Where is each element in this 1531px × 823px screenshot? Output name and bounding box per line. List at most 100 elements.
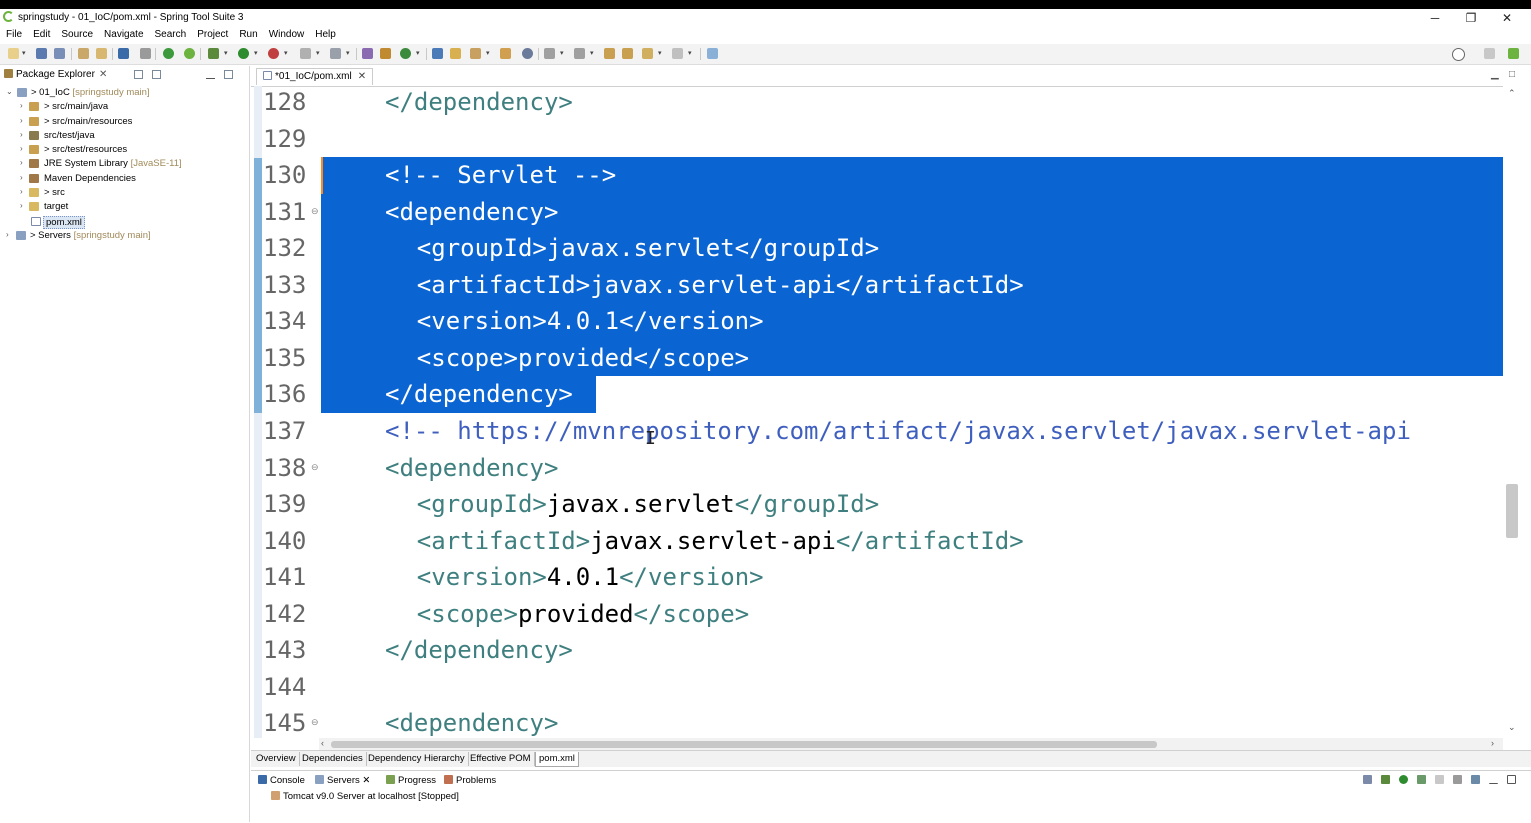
code-line[interactable]: 140 <artifactId>javax.servlet-api</artifa… bbox=[251, 523, 1503, 560]
close-icon[interactable]: ✕ bbox=[99, 69, 107, 80]
next-annotation-icon[interactable] bbox=[544, 48, 555, 59]
code-line[interactable]: 139 <groupId>javax.servlet</groupId> bbox=[251, 486, 1503, 523]
scroll-down-icon[interactable]: ⌄ bbox=[1508, 722, 1516, 733]
save-all-icon[interactable] bbox=[54, 48, 65, 59]
scroll-right-icon[interactable]: › bbox=[1491, 738, 1494, 748]
refresh-icon[interactable] bbox=[184, 48, 195, 59]
tree-item-src[interactable]: › > src bbox=[0, 186, 249, 200]
open-folder-icon[interactable] bbox=[450, 48, 461, 59]
close-icon[interactable]: ✕ bbox=[358, 71, 366, 82]
menu-navigate[interactable]: Navigate bbox=[98, 27, 148, 40]
tab-progress[interactable]: Progress bbox=[386, 775, 436, 786]
code-line[interactable]: 143 </dependency> bbox=[251, 632, 1503, 669]
expand-arrow-icon[interactable]: › bbox=[20, 201, 23, 210]
restore-button[interactable]: ❐ bbox=[1456, 10, 1486, 26]
tree-item-servers[interactable]: › > Servers [springstudy main] bbox=[0, 229, 249, 243]
chevron-down-icon[interactable]: ▾ bbox=[416, 49, 420, 57]
code-line[interactable]: 129 bbox=[251, 121, 1503, 158]
forward-arrow-icon[interactable] bbox=[672, 48, 683, 59]
tab-dependencies[interactable]: Dependencies bbox=[299, 752, 367, 766]
stop-server-icon[interactable] bbox=[1435, 775, 1444, 784]
chevron-down-icon[interactable]: ▾ bbox=[346, 49, 350, 57]
new-class-icon[interactable] bbox=[400, 48, 411, 59]
expand-arrow-icon[interactable]: › bbox=[20, 158, 23, 167]
tree-item-maven-dependencies[interactable]: › Maven Dependencies bbox=[0, 172, 249, 186]
forward-edit-icon[interactable] bbox=[622, 48, 633, 59]
code-line[interactable]: 130 <!-- Servlet --> bbox=[251, 157, 1503, 194]
disconnect-icon[interactable] bbox=[1471, 775, 1480, 784]
run-icon[interactable] bbox=[238, 48, 249, 59]
tree-item-src-main-resources[interactable]: › > src/main/resources bbox=[0, 115, 249, 129]
fold-toggle-icon[interactable]: ⊖ bbox=[311, 717, 319, 728]
view-menu-icon[interactable] bbox=[1489, 778, 1498, 784]
horizontal-scrollbar[interactable]: ‹ › bbox=[319, 738, 1503, 750]
collapse-all-icon[interactable] bbox=[134, 70, 143, 79]
chevron-down-icon[interactable]: ▾ bbox=[22, 49, 26, 57]
expand-arrow-icon[interactable]: › bbox=[20, 144, 23, 153]
external-tools-icon[interactable] bbox=[330, 48, 341, 59]
tree-item-pom-xml[interactable]: pom.xml bbox=[0, 215, 249, 229]
chevron-down-icon[interactable]: ▾ bbox=[486, 49, 490, 57]
search-tool-icon[interactable] bbox=[470, 48, 481, 59]
stop-icon[interactable] bbox=[300, 48, 311, 59]
chevron-down-icon[interactable]: ▾ bbox=[254, 49, 258, 57]
menu-search[interactable]: Search bbox=[149, 27, 192, 40]
collapse-icon[interactable] bbox=[1363, 775, 1372, 784]
code-line[interactable]: 141 <version>4.0.1</version> bbox=[251, 559, 1503, 596]
debug-server-icon[interactable] bbox=[1381, 775, 1390, 784]
code-line[interactable]: 145 ⊖ <dependency> bbox=[251, 705, 1503, 738]
save-icon[interactable] bbox=[36, 48, 47, 59]
code-line[interactable]: 142 <scope>provided</scope> bbox=[251, 596, 1503, 633]
start-server-icon[interactable] bbox=[1399, 775, 1408, 784]
maximize-view-icon[interactable]: □ bbox=[1509, 69, 1515, 80]
server-row[interactable]: Tomcat v9.0 Server at localhost [Stopped… bbox=[271, 791, 459, 802]
web-browser-icon[interactable] bbox=[522, 48, 533, 59]
code-line[interactable]: 133 <artifactId>javax.servlet-api</artifa… bbox=[251, 266, 1503, 304]
close-button[interactable]: ✕ bbox=[1492, 10, 1522, 26]
menu-source[interactable]: Source bbox=[55, 27, 98, 40]
chevron-down-icon[interactable]: ▾ bbox=[316, 49, 320, 57]
new-icon[interactable] bbox=[8, 48, 19, 59]
minimize-view-icon[interactable]: ▁ bbox=[1491, 69, 1499, 80]
fold-toggle-icon[interactable]: ⊖ bbox=[311, 462, 319, 473]
tab-console[interactable]: Console bbox=[258, 775, 305, 786]
chevron-down-icon[interactable]: ▾ bbox=[560, 49, 564, 57]
expand-arrow-icon[interactable]: › bbox=[20, 101, 23, 110]
open-perspective-icon[interactable] bbox=[1484, 48, 1495, 59]
menu-help[interactable]: Help bbox=[309, 27, 341, 40]
tree-item-src-main-java[interactable]: › > src/main/java bbox=[0, 100, 249, 114]
publish-icon[interactable] bbox=[1453, 775, 1462, 784]
new-package-icon[interactable] bbox=[380, 48, 391, 59]
expand-arrow-icon[interactable]: › bbox=[20, 173, 23, 182]
maximize-view-icon[interactable] bbox=[224, 70, 233, 79]
tree-item-src-test-java[interactable]: › src/test/java bbox=[0, 129, 249, 143]
menu-edit[interactable]: Edit bbox=[27, 27, 55, 40]
tab-dependency-hierarchy[interactable]: Dependency Hierarchy bbox=[365, 752, 469, 766]
tree-item-jre-library[interactable]: › JRE System Library [JavaSE-11] bbox=[0, 157, 249, 171]
code-line[interactable]: 138 ⊖ <dependency> bbox=[251, 450, 1503, 487]
code-line[interactable]: 131 ⊖ <dependency> bbox=[251, 193, 1503, 231]
code-line[interactable]: 135 <scope>provided</scope> bbox=[251, 339, 1503, 377]
scroll-up-icon[interactable]: ⌃ bbox=[1508, 88, 1516, 99]
open-task-icon[interactable] bbox=[432, 48, 443, 59]
console-icon[interactable] bbox=[118, 48, 129, 59]
menu-project[interactable]: Project bbox=[191, 27, 233, 40]
package-explorer-tab[interactable]: Package Explorer ✕ bbox=[4, 69, 107, 80]
editor-tab-pom-xml[interactable]: *01_IoC/pom.xml ✕ bbox=[256, 68, 374, 85]
scroll-left-icon[interactable]: ‹ bbox=[321, 738, 324, 748]
tab-overview[interactable]: Overview bbox=[253, 752, 300, 766]
scrollbar-thumb[interactable] bbox=[331, 741, 1157, 748]
chevron-down-icon[interactable]: ▾ bbox=[224, 49, 228, 57]
chevron-down-icon[interactable]: ▾ bbox=[658, 49, 662, 57]
tab-effective-pom[interactable]: Effective POM bbox=[467, 752, 535, 766]
spring-perspective-icon[interactable] bbox=[1508, 48, 1519, 59]
tab-problems[interactable]: Problems bbox=[444, 775, 496, 786]
close-icon[interactable]: ✕ bbox=[362, 775, 370, 786]
tab-servers[interactable]: Servers ✕ bbox=[315, 775, 370, 786]
expand-arrow-icon[interactable]: › bbox=[20, 130, 23, 139]
profile-server-icon[interactable] bbox=[1417, 775, 1426, 784]
open-type-icon[interactable] bbox=[96, 48, 107, 59]
coverage-icon[interactable] bbox=[268, 48, 279, 59]
code-line[interactable]: 136 </dependency> bbox=[251, 376, 1503, 413]
maximize-view-icon[interactable] bbox=[1507, 775, 1516, 784]
